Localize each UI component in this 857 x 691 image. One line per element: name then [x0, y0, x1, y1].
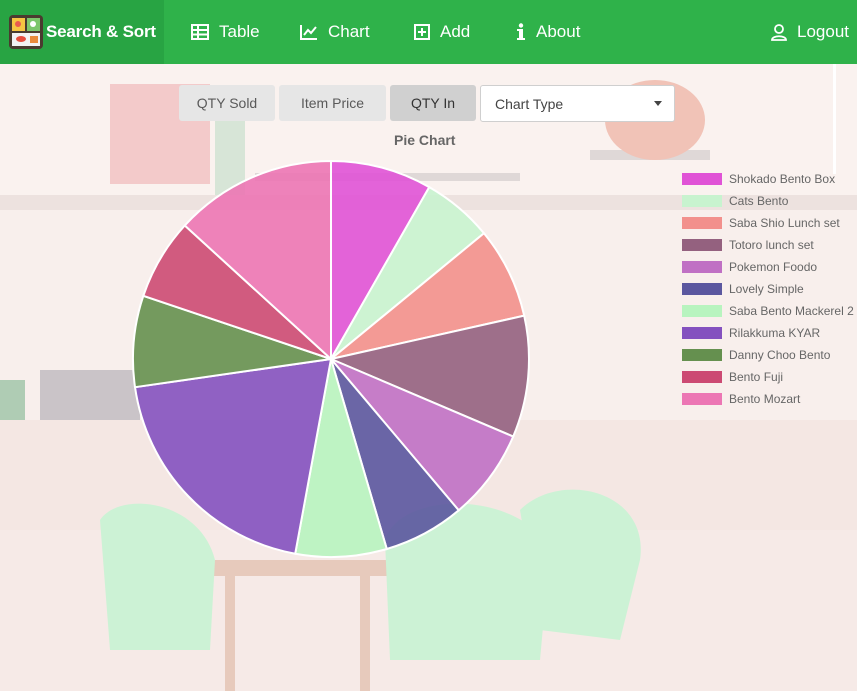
bento-logo-icon	[9, 15, 43, 49]
legend-swatch	[682, 371, 722, 383]
chart-type-select-value: Chart Type	[495, 95, 564, 112]
legend-item[interactable]: Bento Fuji	[682, 366, 854, 388]
user-icon	[771, 23, 787, 41]
legend-label: Totoro lunch set	[729, 238, 814, 252]
legend-swatch	[682, 217, 722, 229]
legend-item[interactable]: Rilakkuma KYAR	[682, 322, 854, 344]
legend-label: Rilakkuma KYAR	[729, 326, 821, 340]
legend-label: Cats Bento	[729, 194, 789, 208]
nav-logout-label: Logout	[797, 22, 849, 41]
nav-chart[interactable]: Chart	[300, 0, 370, 64]
legend-label: Bento Fuji	[729, 370, 784, 384]
caret-down-icon	[654, 101, 662, 106]
legend-item[interactable]: Danny Choo Bento	[682, 344, 854, 366]
nav-add-label: Add	[440, 22, 471, 41]
brand-link[interactable]: Search & Sort	[0, 0, 164, 64]
legend-item[interactable]: Shokado Bento Box	[682, 168, 854, 190]
legend-item[interactable]: Cats Bento	[682, 190, 854, 212]
legend-swatch	[682, 261, 722, 273]
nav-about[interactable]: About	[516, 0, 580, 64]
nav-table[interactable]: Table	[191, 0, 260, 64]
chart-type-select[interactable]: Chart Type	[480, 85, 675, 122]
legend-item[interactable]: Lovely Simple	[682, 278, 854, 300]
legend-swatch	[682, 393, 722, 405]
legend-item[interactable]: Pokemon Foodo	[682, 256, 854, 278]
legend-item[interactable]: Bento Mozart	[682, 388, 854, 410]
chart-controls: QTY Sold Item Price QTY In Chart Type	[179, 85, 675, 122]
qty-sold-button[interactable]: QTY Sold	[179, 85, 275, 121]
line-chart-icon	[300, 25, 317, 40]
legend-swatch	[682, 305, 722, 317]
chart-legend: Shokado Bento Box Cats Bento Saba Shio Lun…	[682, 168, 854, 410]
legend-item[interactable]: Totoro lunch set	[682, 234, 854, 256]
legend-label: Saba Shio Lunch set	[729, 216, 840, 230]
brand-title: Search & Sort	[46, 22, 156, 41]
info-icon	[517, 23, 525, 40]
legend-label: Bento Mozart	[729, 392, 801, 406]
legend-label: Shokado Bento Box	[729, 172, 836, 186]
legend-label: Danny Choo Bento	[729, 348, 831, 362]
legend-item[interactable]: Saba Bento Mackerel 2	[682, 300, 854, 322]
legend-swatch	[682, 283, 722, 295]
plus-square-icon	[414, 24, 430, 40]
legend-swatch	[682, 195, 722, 207]
nav-logout[interactable]: Logout	[771, 0, 849, 64]
legend-swatch	[682, 173, 722, 185]
legend-swatch	[682, 327, 722, 339]
nav-add[interactable]: Add	[414, 0, 470, 64]
navbar: Search & Sort Table Chart Add About Logo…	[0, 0, 857, 64]
legend-label: Saba Bento Mackerel 2	[729, 304, 854, 318]
nav-chart-label: Chart	[328, 22, 370, 41]
legend-item[interactable]: Saba Shio Lunch set	[682, 212, 854, 234]
chart-title: Pie Chart	[394, 132, 456, 148]
legend-swatch	[682, 349, 722, 361]
nav-about-label: About	[536, 22, 581, 41]
legend-label: Pokemon Foodo	[729, 260, 818, 274]
nav-table-label: Table	[219, 22, 260, 41]
table-icon	[191, 24, 209, 40]
legend-label: Lovely Simple	[729, 282, 804, 296]
qty-in-button[interactable]: QTY In	[390, 85, 476, 121]
legend-swatch	[682, 239, 722, 251]
item-price-button[interactable]: Item Price	[279, 85, 386, 121]
